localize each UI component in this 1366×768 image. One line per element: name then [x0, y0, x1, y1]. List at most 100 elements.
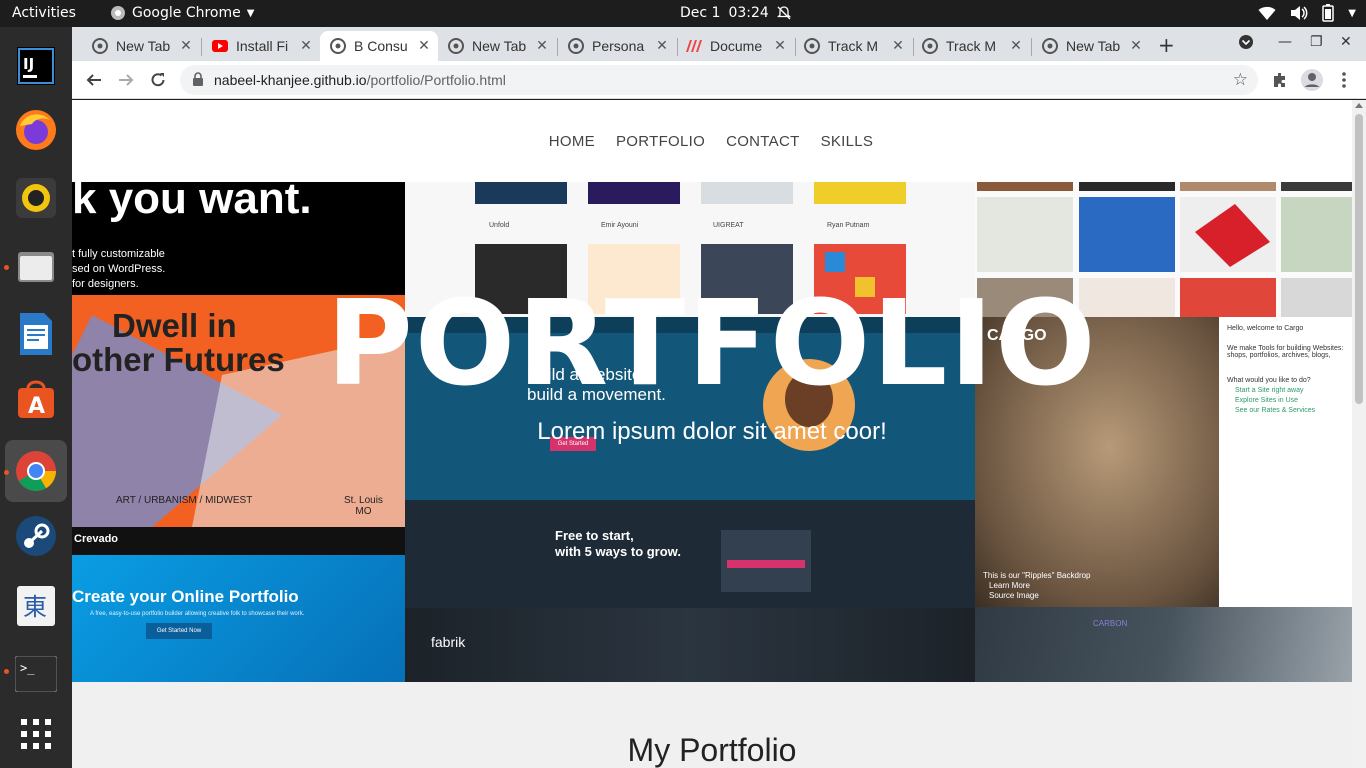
nav-skills[interactable]: SKILLS — [821, 133, 874, 150]
nav-home[interactable]: HOME — [549, 133, 595, 150]
bookmark-star-icon[interactable]: ☆ — [1233, 70, 1248, 90]
collage-text: Learn More — [989, 581, 1030, 590]
system-top-bar: Activities Google Chrome ▼ Dec 1 03:24 ▼ — [0, 0, 1366, 27]
restore-icon[interactable]: ❐ — [1310, 34, 1323, 50]
collage-text: fabrik — [431, 634, 466, 650]
collage-text: Crevado — [74, 533, 119, 545]
nav-portfolio[interactable]: PORTFOLIO — [616, 133, 705, 150]
tab[interactable]: Persona ✕ — [558, 31, 676, 61]
activities-button[interactable]: Activities — [12, 5, 76, 21]
close-icon[interactable]: ✕ — [416, 38, 432, 54]
docs-icon — [686, 38, 702, 54]
close-icon[interactable]: ✕ — [178, 38, 194, 54]
app-menu[interactable]: Google Chrome ▼ — [110, 5, 254, 21]
minimize-icon[interactable]: — — [1278, 34, 1292, 50]
firefox-icon[interactable] — [13, 107, 59, 153]
web-page: HOME PORTFOLIO CONTACT SKILLS k you want… — [72, 100, 1352, 768]
collage-text: CARBON — [1093, 619, 1128, 628]
portfolio-section: My Portfolio — [72, 682, 1352, 768]
close-window-icon[interactable]: ✕ — [1340, 34, 1352, 50]
back-icon[interactable] — [82, 68, 106, 92]
collage-carbon-panel: CARBON — [975, 607, 1352, 682]
tab-title: New Tab — [1066, 38, 1121, 54]
tab-title: Track M — [828, 38, 879, 54]
url-host: nabeel-khanjee.github.io — [214, 72, 367, 88]
chrome-icon — [804, 38, 820, 54]
tab[interactable]: New Tab ✕ — [1032, 31, 1150, 61]
ubuntu-software-icon[interactable]: A — [13, 377, 59, 423]
url-text[interactable]: nabeel-khanjee.github.io/portfolio/Portf… — [214, 72, 506, 88]
chrome-icon — [92, 38, 108, 54]
collage-crevado-panel: Crevado Create your Online Portfolio A f… — [72, 527, 405, 682]
scrollbar-thumb[interactable] — [1355, 114, 1363, 404]
tab-title: New Tab — [116, 38, 171, 54]
close-icon[interactable]: ✕ — [298, 38, 314, 54]
reload-icon[interactable] — [146, 68, 170, 92]
show-applications-icon[interactable] — [13, 711, 59, 757]
browser-toolbar: nabeel-khanjee.github.io/portfolio/Portf… — [72, 61, 1366, 99]
tab[interactable]: New Tab ✕ — [82, 31, 200, 61]
page-scrollbar[interactable] — [1352, 100, 1366, 768]
collage-headline: k you want. — [72, 182, 312, 223]
collage-caption: t fully customizable — [72, 248, 165, 260]
forward-icon[interactable] — [114, 68, 138, 92]
steam-icon[interactable] — [13, 513, 59, 559]
tab-active[interactable]: B Consu ✕ — [320, 31, 438, 61]
collage-text: Get Started Now — [146, 623, 212, 639]
date: Dec 1 — [680, 5, 721, 21]
hero-banner: k you want. t fully customizable sed on … — [72, 182, 1352, 682]
system-tray[interactable]: ▼ — [1258, 4, 1356, 22]
section-title: My Portfolio — [627, 732, 797, 768]
tab-search-icon[interactable] — [1238, 34, 1254, 54]
svg-text:>_: >_ — [20, 661, 35, 675]
libreoffice-writer-icon[interactable] — [13, 311, 59, 357]
menu-kebab-icon[interactable] — [1332, 68, 1356, 92]
google-chrome-icon[interactable] — [5, 440, 67, 502]
rhythmbox-icon[interactable] — [13, 175, 59, 221]
terminal-icon[interactable]: >_ — [13, 651, 59, 697]
chrome-icon — [922, 38, 938, 54]
tab[interactable]: Install Fi ✕ — [202, 31, 320, 61]
collage-text: Source Image — [989, 591, 1039, 600]
scroll-up-icon[interactable] — [1355, 103, 1363, 108]
tab-title: New Tab — [472, 38, 527, 54]
youtube-icon — [212, 38, 228, 54]
notification-bell-off-icon — [776, 6, 791, 20]
tab[interactable]: Track M ✕ — [794, 31, 912, 61]
address-bar[interactable]: nabeel-khanjee.github.io/portfolio/Portf… — [180, 65, 1258, 95]
collage-text: St. Louis MO — [344, 495, 383, 517]
chrome-icon — [1042, 38, 1058, 54]
collage-text: A free, easy-to-use portfolio builder al… — [90, 611, 305, 617]
tab[interactable]: Track M ✕ — [912, 31, 1030, 61]
clock[interactable]: Dec 1 03:24 — [680, 5, 791, 21]
close-icon[interactable]: ✕ — [1128, 38, 1144, 54]
chrome-icon — [330, 38, 346, 54]
close-icon[interactable]: ✕ — [1008, 38, 1024, 54]
intellij-icon[interactable]: IJ — [13, 43, 59, 89]
collage-text: UIGREAT — [713, 222, 744, 229]
tab-title: Install Fi — [236, 38, 289, 54]
close-icon[interactable]: ✕ — [772, 38, 788, 54]
tab[interactable]: New Tab ✕ — [438, 31, 556, 61]
svg-text:IJ: IJ — [23, 55, 34, 73]
url-path: /portfolio/Portfolio.html — [366, 72, 506, 88]
collage-fabrik-panel: fabrik — [405, 608, 975, 682]
extensions-icon[interactable] — [1268, 68, 1292, 92]
close-icon[interactable]: ✕ — [534, 38, 550, 54]
files-icon[interactable] — [13, 243, 59, 289]
time: 03:24 — [728, 5, 769, 21]
tab-title: Track M — [946, 38, 997, 54]
close-icon[interactable]: ✕ — [654, 38, 670, 54]
profile-avatar-icon[interactable] — [1300, 68, 1324, 92]
language-support-icon[interactable]: 東 — [13, 583, 59, 629]
new-tab-button[interactable]: + — [1158, 33, 1175, 57]
close-icon[interactable]: ✕ — [890, 38, 906, 54]
running-indicator — [4, 470, 9, 475]
svg-text:東: 東 — [23, 593, 47, 621]
tab-title: Persona — [592, 38, 645, 54]
lock-icon[interactable] — [192, 72, 204, 89]
nav-contact[interactable]: CONTACT — [726, 133, 799, 150]
chevron-down-icon: ▼ — [1348, 7, 1356, 19]
tab[interactable]: Docume ✕ — [676, 31, 794, 61]
hero-subtitle: Lorem ipsum dolor sit amet coor! — [537, 418, 887, 445]
